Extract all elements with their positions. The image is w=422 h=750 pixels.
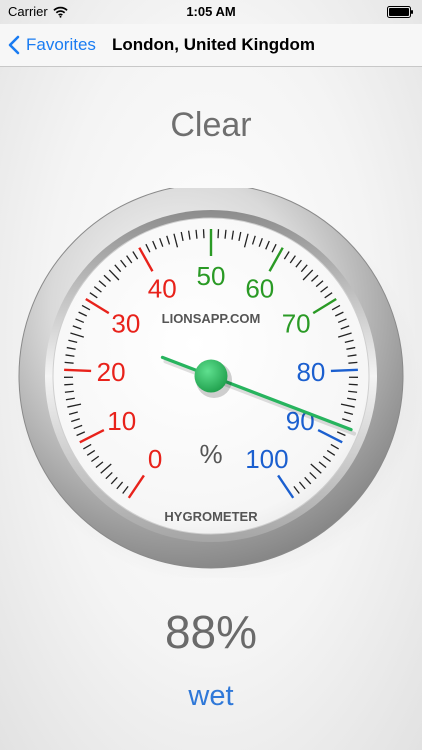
gauge-brand-label: LIONSAPP.COM — [162, 311, 261, 326]
gauge-name-label: HYGROMETER — [164, 509, 258, 524]
gauge-scale-label: 60 — [245, 274, 274, 304]
gauge-scale-label: 10 — [107, 406, 136, 436]
gauge-scale-label: 100 — [245, 444, 288, 474]
gauge-minor-tick — [64, 383, 74, 386]
humidity-descriptor: wet — [188, 680, 234, 712]
gauge-minor-tick — [348, 383, 358, 386]
battery-icon — [387, 6, 413, 18]
gauge-scale-label: 70 — [282, 309, 311, 339]
gauge-minor-tick — [195, 229, 198, 239]
status-bar: Carrier 1:05 AM — [0, 0, 422, 24]
gauge-scale-label: 80 — [296, 357, 325, 387]
gauge-minor-tick — [224, 229, 227, 239]
gauge-scale-label: 0 — [148, 444, 162, 474]
gauge-major-tick — [330, 368, 358, 373]
hygrometer-gauge: 010203040 50 60708090100 LIONSAPP.COM % HY… — [13, 188, 422, 578]
gauge-scale-label: 40 — [148, 274, 177, 304]
weather-condition: Clear — [170, 106, 252, 144]
chevron-left-icon — [8, 35, 20, 55]
gauge-needle-hub — [194, 359, 228, 393]
navigation-bar: Favorites London, United Kingdom — [0, 24, 422, 67]
humidity-reading: 88% — [164, 606, 258, 658]
gauge-scale-label: 20 — [97, 357, 126, 387]
gauge-minor-tick — [64, 361, 74, 364]
status-time: 1:05 AM — [186, 4, 236, 19]
gauge-unit-label: % — [199, 439, 222, 469]
page-title: London, United Kingdom — [112, 35, 316, 54]
gauge-minor-tick — [348, 361, 358, 364]
back-button-label: Favorites — [26, 35, 96, 54]
gauge-scale-label: 50 — [197, 261, 226, 291]
favorites-back-button[interactable]: Favorites — [8, 24, 96, 66]
gauge-major-tick — [64, 368, 92, 373]
gauge-scale-label: 30 — [111, 309, 140, 339]
